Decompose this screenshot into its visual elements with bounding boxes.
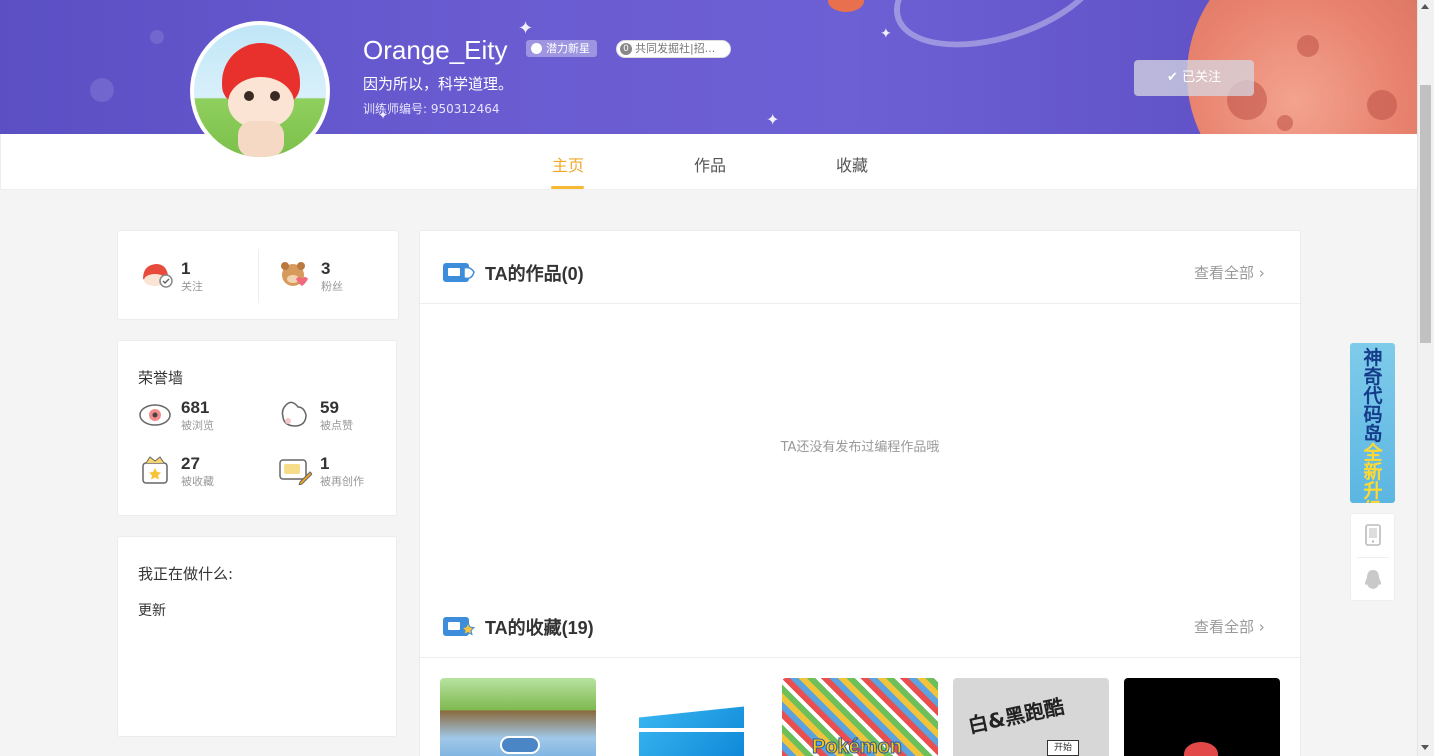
works-empty-message: TA还没有发布过编程作品哦 <box>780 440 940 455</box>
scrollbar-thumb[interactable] <box>1420 85 1431 343</box>
works-view-all-link[interactable]: 查看全部 › <box>1194 262 1265 283</box>
star-icon: ✦ <box>766 110 780 129</box>
works-view-all-label: 查看全部 <box>1194 264 1255 282</box>
floating-toolbar <box>1350 513 1395 601</box>
scroll-down-arrow[interactable] <box>1421 745 1429 750</box>
remix-label: 被再创作 <box>320 475 364 488</box>
fans-count[interactable]: 3 <box>321 259 330 279</box>
works-title: TA的作品(0) <box>485 264 584 284</box>
start-button-art: 开始 <box>1047 740 1079 756</box>
divider <box>1357 557 1389 558</box>
small-planet-decoration <box>828 0 864 12</box>
likes-label: 被点赞 <box>320 419 353 432</box>
badge-star-label: 潜力新星 <box>546 42 590 55</box>
logo-divider <box>639 728 744 732</box>
collections-title: TA的收藏(19) <box>485 618 594 638</box>
tab-home[interactable]: 主页 <box>552 152 584 176</box>
avatar[interactable] <box>190 21 330 161</box>
favorite-box-icon <box>142 456 168 484</box>
potential-star-badge[interactable]: 潜力新星 <box>526 40 597 57</box>
divider <box>420 303 1300 304</box>
club-label: 共同发掘社|招... <box>635 42 716 55</box>
tab-favorites[interactable]: 收藏 <box>836 152 868 176</box>
following-icon[interactable] <box>140 259 174 289</box>
favorites-count: 27 <box>181 454 200 473</box>
honor-wall-card: 荣誉墙 681 被浏览 59 被点赞 27 被收藏 1 被再创作 <box>117 340 397 516</box>
active-tab-indicator <box>551 186 584 189</box>
paw-like-icon <box>281 401 307 427</box>
mobile-icon[interactable] <box>1364 524 1382 546</box>
follow-label: 已关注 <box>1182 70 1222 85</box>
honor-wall-title: 荣誉墙 <box>138 369 184 387</box>
chevron-right-icon: › <box>1258 618 1265 636</box>
user-bio: 因为所以，科学道理。 <box>363 75 514 93</box>
club-count: 0 <box>620 43 632 55</box>
cat-icon <box>1184 742 1218 756</box>
club-badge[interactable]: 0 共同发掘社|招... <box>616 40 731 58</box>
following-label: 关注 <box>181 280 203 293</box>
promo-line1: 神奇代码岛 <box>1363 347 1383 445</box>
collection-thumbnail[interactable]: Pokémon <box>782 678 938 756</box>
follow-button[interactable]: ✔ 已关注 <box>1134 60 1254 96</box>
divider <box>420 657 1300 658</box>
collection-thumbnail[interactable] <box>611 678 767 756</box>
divider <box>258 249 259 303</box>
code-icon <box>500 736 540 754</box>
collections-view-all-link[interactable]: 查看全部 › <box>1194 616 1265 637</box>
check-icon: ✔ <box>1166 70 1178 85</box>
collection-thumbnail[interactable] <box>440 678 596 756</box>
eye-icon <box>139 404 171 426</box>
collection-thumbnail[interactable] <box>1124 678 1280 756</box>
promo-banner[interactable]: 神奇代码岛全新升级 <box>1350 343 1395 503</box>
collection-thumbnail[interactable]: 白&黑跑酷 开始 <box>953 678 1109 756</box>
views-count: 681 <box>181 398 210 417</box>
collections-icon <box>443 617 476 636</box>
star-icon: ✦ <box>880 26 892 42</box>
following-count[interactable]: 1 <box>181 259 190 279</box>
star-icon: ✦ <box>518 18 534 39</box>
remix-icon <box>279 459 312 485</box>
fans-icon[interactable] <box>278 259 312 289</box>
user-name: Orange_Eity <box>363 35 508 65</box>
social-card: 1 关注 3 粉丝 <box>117 230 399 320</box>
status-card: 我正在做什么: 更新 <box>117 536 397 737</box>
chevron-right-icon: › <box>1258 264 1265 282</box>
collection-caption: Pokémon <box>811 736 903 756</box>
likes-count: 59 <box>320 398 339 417</box>
collections-view-all-label: 查看全部 <box>1194 618 1255 636</box>
status-title: 我正在做什么: <box>138 565 234 583</box>
status-text: 更新 <box>138 603 166 619</box>
ring-decoration <box>878 0 1122 72</box>
scroll-up-arrow[interactable] <box>1421 4 1429 9</box>
remix-count: 1 <box>320 454 330 473</box>
works-icon <box>443 263 475 282</box>
trainer-id: 训练师编号: 950312464 <box>363 102 500 116</box>
views-label: 被浏览 <box>181 419 214 432</box>
badge-icon <box>531 43 542 54</box>
favorites-label: 被收藏 <box>181 475 214 488</box>
tab-works[interactable]: 作品 <box>694 152 726 176</box>
qq-icon[interactable] <box>1364 569 1382 591</box>
promo-line2: 全新升级 <box>1363 442 1383 504</box>
collection-caption: 白&黑跑酷 <box>965 694 1067 738</box>
fans-label: 粉丝 <box>321 280 343 293</box>
main-content-card: TA的作品(0) 查看全部 › TA还没有发布过编程作品哦 TA的收藏(19) … <box>419 230 1301 756</box>
